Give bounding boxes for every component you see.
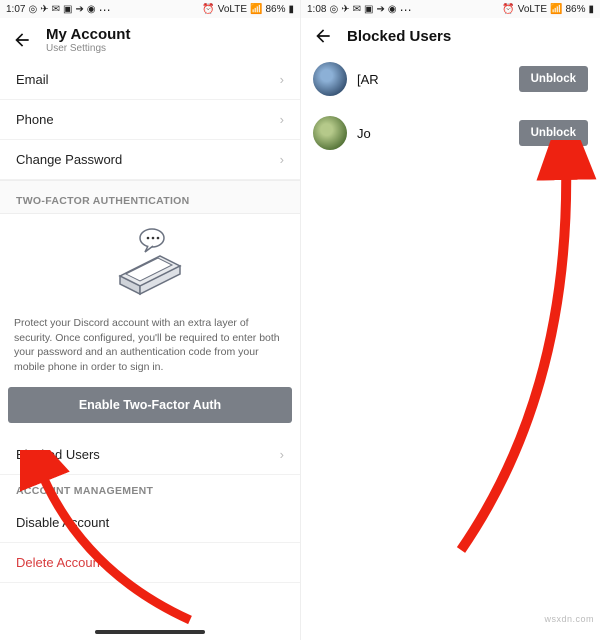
account-mgmt-header: ACCOUNT MANAGEMENT — [0, 475, 300, 503]
chevron-right-icon: › — [280, 447, 284, 462]
status-time: 1:07 — [6, 4, 25, 15]
delete-account-label: Delete Account — [16, 555, 103, 570]
row-blocked-users[interactable]: Blocked Users › — [0, 435, 300, 475]
battery-icon: ▮ — [288, 4, 294, 15]
volte-label: VoLTE — [218, 4, 247, 15]
avatar[interactable] — [313, 62, 347, 96]
mail-icon: ✉ — [52, 4, 60, 15]
whatsapp-icon: ◎ — [28, 4, 37, 15]
chevron-right-icon: › — [280, 152, 284, 167]
discord-icon: ◉ — [388, 4, 397, 15]
signal-icon: 📶 — [550, 4, 562, 15]
battery-label: 86% — [265, 4, 285, 15]
phone-label: Phone — [16, 112, 54, 127]
row-phone[interactable]: Phone › — [0, 100, 300, 140]
enable-twofa-button[interactable]: Enable Two-Factor Auth — [8, 387, 292, 423]
blocked-user-row: [AR Unblock — [301, 52, 600, 106]
row-delete-account[interactable]: Delete Account — [0, 543, 300, 583]
password-label: Change Password — [16, 152, 122, 167]
mail-icon: ✉ — [353, 4, 361, 15]
watermark: wsxdn.com — [544, 614, 594, 624]
username: [AR — [357, 72, 509, 87]
avatar[interactable] — [313, 116, 347, 150]
discord-icon: ◉ — [87, 4, 96, 15]
row-change-password[interactable]: Change Password › — [0, 140, 300, 180]
battery-icon: ▮ — [588, 4, 594, 15]
pane-blocked-users: 1:08 ◎ ✈ ✉ ▣ ➔ ◉ ⏰ VoLTE 📶 86% ▮ Blocked — [300, 0, 600, 640]
page-title: Blocked Users — [347, 28, 451, 45]
page-subtitle: User Settings — [46, 43, 130, 54]
arrow-icon: ➔ — [75, 4, 83, 15]
back-button[interactable] — [313, 26, 333, 46]
back-button[interactable] — [12, 30, 32, 50]
blocked-user-row: Jo Unblock — [301, 106, 600, 160]
page-title: My Account — [46, 26, 130, 43]
cast-icon: ▣ — [364, 4, 373, 15]
disable-account-label: Disable Account — [16, 515, 109, 530]
alarm-icon: ⏰ — [202, 4, 214, 15]
volte-label: VoLTE — [518, 4, 547, 15]
twofa-illustration — [0, 214, 300, 312]
more-icon — [400, 3, 412, 17]
pane-account: 1:07 ◎ ✈ ✉ ▣ ➔ ◉ ⏰ VoLTE 📶 86% ▮ — [0, 0, 300, 640]
more-icon — [99, 3, 111, 17]
unblock-button[interactable]: Unblock — [519, 120, 588, 146]
status-time: 1:08 — [307, 4, 326, 15]
status-bar: 1:08 ◎ ✈ ✉ ▣ ➔ ◉ ⏰ VoLTE 📶 86% ▮ — [301, 0, 600, 18]
chevron-right-icon: › — [280, 112, 284, 127]
telegram-icon: ✈ — [40, 4, 48, 15]
telegram-icon: ✈ — [341, 4, 349, 15]
email-label: Email — [16, 72, 49, 87]
cast-icon: ▣ — [63, 4, 72, 15]
row-email[interactable]: Email › — [0, 60, 300, 100]
annotation-arrow-right — [421, 140, 600, 560]
username: Jo — [357, 126, 509, 141]
alarm-icon: ⏰ — [502, 4, 514, 15]
signal-icon: 📶 — [250, 4, 262, 15]
nav-handle[interactable] — [95, 630, 205, 634]
blocked-users-label: Blocked Users — [16, 447, 100, 462]
header: Blocked Users — [301, 18, 600, 52]
row-disable-account[interactable]: Disable Account — [0, 503, 300, 543]
chevron-right-icon: › — [280, 72, 284, 87]
status-bar: 1:07 ◎ ✈ ✉ ▣ ➔ ◉ ⏰ VoLTE 📶 86% ▮ — [0, 0, 300, 18]
twofa-description: Protect your Discord account with an ext… — [0, 312, 300, 387]
twofa-section-header: TWO-FACTOR AUTHENTICATION — [0, 180, 300, 214]
unblock-button[interactable]: Unblock — [519, 66, 588, 92]
whatsapp-icon: ◎ — [329, 4, 338, 15]
battery-label: 86% — [565, 4, 585, 15]
header: My Account User Settings — [0, 18, 300, 60]
arrow-icon: ➔ — [376, 4, 384, 15]
